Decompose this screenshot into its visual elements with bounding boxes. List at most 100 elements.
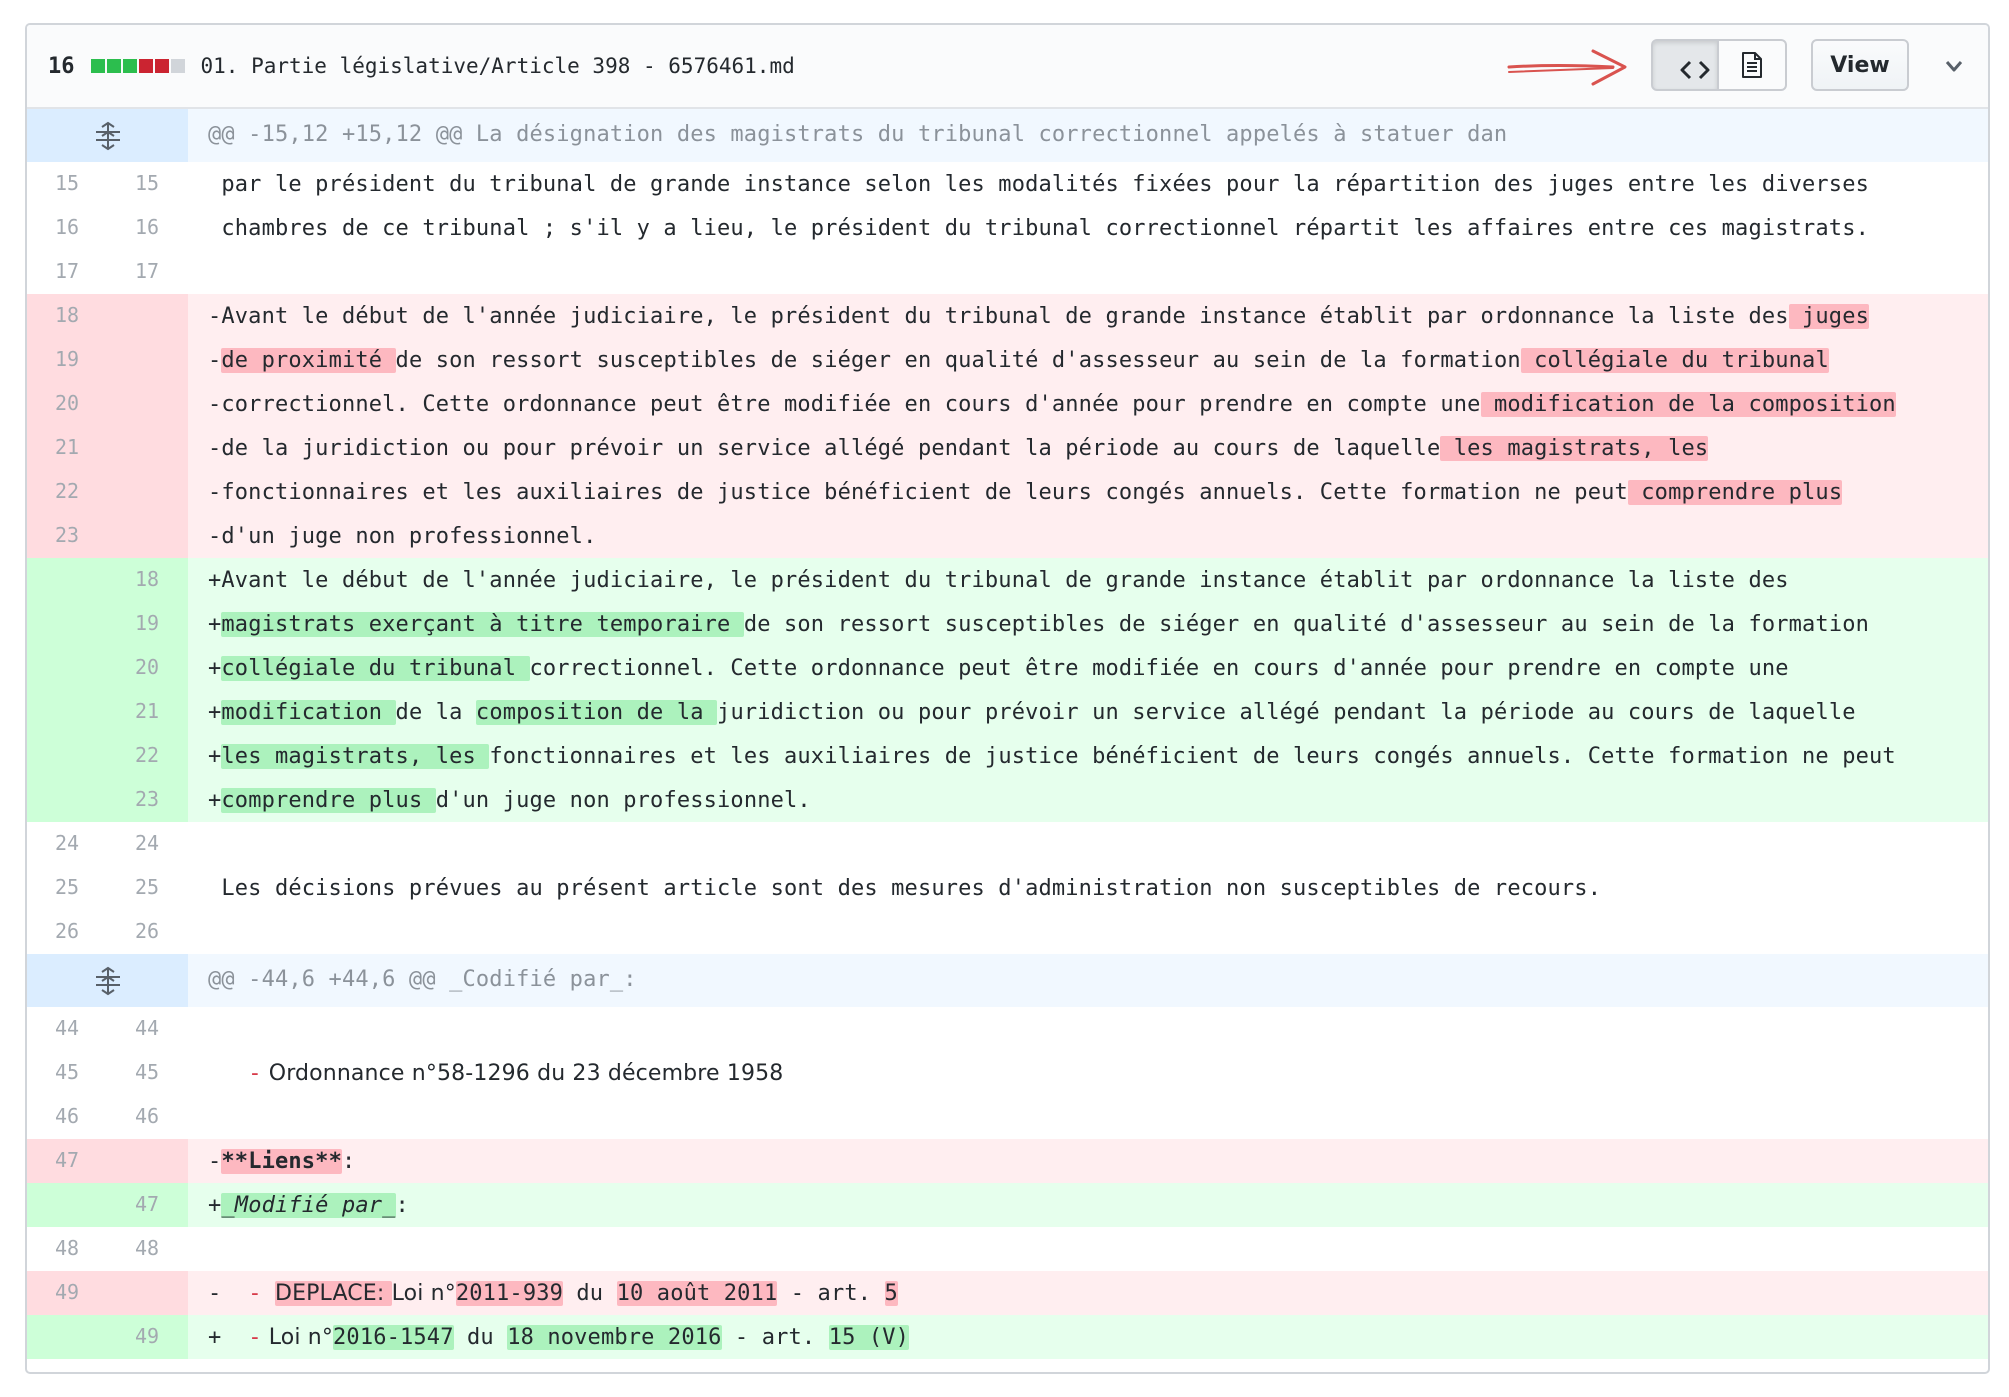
new-line-number[interactable]: 25 <box>107 866 187 910</box>
new-line-number[interactable]: 18 <box>107 558 187 602</box>
code-text: + <box>208 612 222 637</box>
old-line-number[interactable]: 20 <box>27 382 107 426</box>
new-line-number[interactable]: 21 <box>107 690 187 734</box>
new-line-number[interactable]: 26 <box>107 910 187 954</box>
new-line-number <box>107 470 187 514</box>
diff-line-addition: 49 + - Loi n°2016-1547 du 18 novembre 20… <box>27 1315 1988 1359</box>
line-code: par le président du tribunal de grande i… <box>188 162 1988 206</box>
change-count: 16 <box>48 53 75 79</box>
expand-button[interactable] <box>27 109 188 162</box>
old-line-number <box>27 690 107 734</box>
deleted-highlight: DEPLACE: <box>275 1281 392 1306</box>
new-line-number[interactable]: 22 <box>107 734 187 778</box>
new-line-number[interactable]: 23 <box>107 778 187 822</box>
line-code <box>188 1007 1988 1051</box>
old-line-number[interactable]: 25 <box>27 866 107 910</box>
old-line-number[interactable]: 23 <box>27 514 107 558</box>
code-text: Ordonnance n°58-1296 du 23 décembre 1958 <box>261 1061 784 1086</box>
diff-line-context: 48 48 <box>27 1227 1988 1271</box>
new-line-number[interactable]: 49 <box>107 1315 187 1359</box>
old-line-number[interactable]: 49 <box>27 1271 107 1315</box>
diff-line-deletion: 19 -de proximité de son ressort suscepti… <box>27 338 1988 382</box>
file-name[interactable]: 01. Partie législative/Article 398 - 657… <box>201 54 795 78</box>
line-code: +comprendre plus d'un juge non professio… <box>188 778 1988 822</box>
added-highlight: comprendre plus <box>221 788 436 813</box>
view-file-button[interactable]: View <box>1811 39 1909 91</box>
line-code: Les décisions prévues au présent article… <box>188 866 1988 910</box>
diff-line-addition: 47 +_Modifié par_: <box>27 1183 1988 1227</box>
old-line-number <box>27 778 107 822</box>
new-line-number[interactable]: 16 <box>107 206 187 250</box>
new-line-number[interactable]: 24 <box>107 822 187 866</box>
code-text: - art. <box>777 1281 885 1306</box>
line-code: -fonctionnaires et les auxiliaires de ju… <box>188 470 1988 514</box>
line-code: chambres de ce tribunal ; s'il y a lieu,… <box>188 206 1988 250</box>
old-line-number[interactable]: 46 <box>27 1095 107 1139</box>
old-line-number[interactable]: 17 <box>27 250 107 294</box>
old-line-number <box>27 602 107 646</box>
old-line-number[interactable]: 19 <box>27 338 107 382</box>
source-view-button[interactable] <box>1651 39 1719 91</box>
diff-line-deletion: 49 - - DEPLACE: Loi n°2011-939 du 10 aoû… <box>27 1271 1988 1315</box>
code-text: du <box>563 1281 617 1306</box>
code-text: -d'un juge non professionnel. <box>208 524 597 549</box>
diff-line-context: 26 26 <box>27 910 1988 954</box>
new-line-number[interactable]: 47 <box>107 1183 187 1227</box>
diffstat-block <box>90 59 105 73</box>
rich-view-button[interactable] <box>1719 39 1787 91</box>
deleted-highlight: modification de la composition <box>1480 392 1896 417</box>
code-text: +Avant le début de l'année judiciaire, l… <box>208 568 1789 593</box>
chevron-down-icon[interactable] <box>1943 55 1965 77</box>
diffstat-block <box>122 59 137 73</box>
new-line-number[interactable]: 44 <box>107 1007 187 1051</box>
added-highlight: collégiale du tribunal <box>221 656 530 681</box>
code-text: -fonctionnaires et les auxiliaires de ju… <box>208 480 1628 505</box>
diff-line-addition: 21 +modification de la composition de la… <box>27 690 1988 734</box>
new-line-number <box>107 514 187 558</box>
line-code: - Ordonnance n°58-1296 du 23 décembre 19… <box>188 1051 1988 1095</box>
new-line-number[interactable]: 20 <box>107 646 187 690</box>
expand-button[interactable] <box>27 954 188 1007</box>
old-line-number[interactable]: 45 <box>27 1051 107 1095</box>
code-text: - art. <box>721 1325 829 1350</box>
old-line-number <box>27 558 107 602</box>
old-line-number[interactable]: 16 <box>27 206 107 250</box>
new-line-number[interactable]: 48 <box>107 1227 187 1271</box>
old-line-number[interactable]: 44 <box>27 1007 107 1051</box>
old-line-number[interactable]: 15 <box>27 162 107 206</box>
line-code <box>188 822 1988 866</box>
display-toggle <box>1651 39 1787 91</box>
new-line-number <box>107 1271 187 1315</box>
new-line-number <box>107 1139 187 1183</box>
diff-line-addition: 18 +Avant le début de l'année judiciaire… <box>27 558 1988 602</box>
line-code: +Avant le début de l'année judiciaire, l… <box>188 558 1988 602</box>
old-line-number[interactable]: 21 <box>27 426 107 470</box>
old-line-number[interactable]: 47 <box>27 1139 107 1183</box>
code-text: + <box>208 1325 249 1350</box>
added-highlight: magistrats exerçant à titre temporaire <box>221 612 744 637</box>
new-line-number[interactable]: 17 <box>107 250 187 294</box>
new-line-number[interactable]: 19 <box>107 602 187 646</box>
new-line-number[interactable]: 15 <box>107 162 187 206</box>
deleted-highlight: les magistrats, les <box>1440 436 1709 461</box>
new-line-number[interactable]: 46 <box>107 1095 187 1139</box>
diff-line-addition: 20 +collégiale du tribunal correctionnel… <box>27 646 1988 690</box>
old-line-number[interactable]: 22 <box>27 470 107 514</box>
new-line-number <box>107 338 187 382</box>
new-line-number[interactable]: 45 <box>107 1051 187 1095</box>
old-line-number[interactable]: 24 <box>27 822 107 866</box>
deleted-highlight: 5 <box>884 1281 898 1306</box>
diff-line-deletion: 21 -de la juridiction ou pour prévoir un… <box>27 426 1988 470</box>
list-bullet: - <box>248 1061 262 1086</box>
line-code: -**Liens**: <box>188 1139 1988 1183</box>
old-line-number[interactable]: 18 <box>27 294 107 338</box>
code-text: Loi n° <box>391 1281 456 1306</box>
code-text: du <box>453 1325 508 1350</box>
old-line-number[interactable]: 48 <box>27 1227 107 1271</box>
diff-line-deletion: 20 -correctionnel. Cette ordonnance peut… <box>27 382 1988 426</box>
old-line-number[interactable]: 26 <box>27 910 107 954</box>
code-text: - <box>208 1281 249 1306</box>
diffstat <box>90 59 185 73</box>
